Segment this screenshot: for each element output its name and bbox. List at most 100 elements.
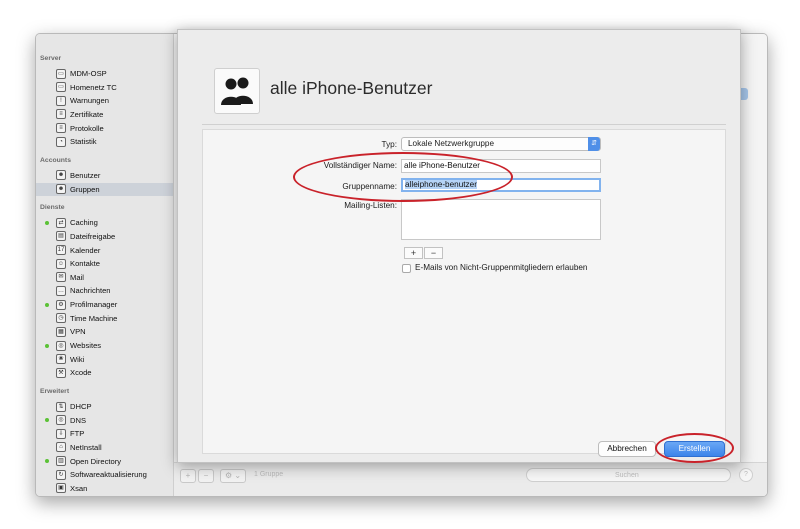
sidebar-item-label: Homenetz TC [70, 82, 117, 92]
sidebar-item-label: Mail [70, 272, 84, 282]
sidebar-item-time-machine[interactable]: ◷ Time Machine [36, 312, 173, 325]
dns-icon: ◎ [56, 415, 66, 426]
sidebar-item-nachrichten[interactable]: … Nachrichten [36, 284, 173, 297]
new-group-sheet: alle iPhone-Benutzer [177, 29, 741, 463]
bottom-toolbar: + − ⚙ ⌄ 1 Gruppe Suchen ? [174, 462, 767, 496]
add-mailing-list-button[interactable]: + [404, 247, 423, 259]
profile-manager-icon: ⚙ [56, 299, 66, 310]
file-sharing-icon: ▤ [56, 231, 66, 242]
sidebar-item-label: Dateifreigabe [70, 231, 116, 241]
mailing-lists-box[interactable] [401, 199, 601, 240]
dhcp-icon: ⇅ [56, 401, 66, 412]
search-field[interactable]: Suchen [526, 468, 731, 482]
ftp-icon: ⇩ [56, 428, 66, 439]
sidebar-item-label: Benutzer [70, 170, 101, 180]
xsan-icon: ▣ [56, 483, 66, 494]
sidebar-item-label: Xsan [70, 483, 88, 493]
group-avatar [214, 68, 260, 114]
service-active-indicator [45, 220, 49, 225]
sidebar-item-label: Wiki [70, 354, 85, 364]
certificate-icon: ≡ [56, 109, 66, 120]
time-machine-icon: ◷ [56, 313, 66, 324]
allow-external-mail-checkbox[interactable] [402, 264, 411, 273]
xcode-icon: ⚒ [56, 367, 66, 378]
sidebar-item-websites[interactable]: ◎ Websites [36, 339, 173, 352]
sidebar-item-gruppen[interactable]: ☻ Gruppen [36, 182, 173, 196]
highlight-ellipse-name-fields [293, 152, 513, 202]
sidebar-item-label: MDM-OSP [70, 69, 107, 78]
vpn-icon: ▦ [56, 326, 66, 337]
sidebar-item-zertifikate[interactable]: ≡ Zertifikate [36, 108, 173, 121]
sidebar-item-homenetz-tc[interactable]: ▭ Homenetz TC [36, 81, 173, 94]
sidebar-item-label: Nachrichten [70, 286, 111, 296]
messages-icon: … [56, 285, 66, 296]
contacts-icon: ☺ [56, 258, 66, 269]
sidebar-item-label: DHCP [70, 402, 92, 411]
sidebar-item-label: VPN [70, 327, 86, 337]
sidebar-item-label: Websites [70, 341, 102, 351]
time-capsule-icon: ▭ [56, 82, 66, 93]
sidebar-item-label: Warnungen [70, 96, 109, 106]
sidebar-item-label: FTP [70, 429, 85, 439]
divider [202, 124, 726, 125]
service-active-indicator [45, 418, 49, 423]
sidebar: Server ▭ MDM-OSP ▭ Homenetz TC ! Warnungen ≡ Zer… [36, 34, 174, 496]
sidebar-item-label: Zertifikate [70, 109, 104, 119]
sidebar-item-netinstall[interactable]: ⌂ NetInstall [36, 441, 173, 454]
sidebar-item-kalender[interactable]: 17 Kalender [36, 244, 173, 257]
allow-external-mail-label: E-Mails von Nicht-Gruppenmitgliedern erl… [415, 263, 588, 272]
sidebar-item-xsan[interactable]: ▣ Xsan [36, 482, 173, 495]
sidebar-item-warnungen[interactable]: ! Warnungen [36, 94, 173, 107]
sidebar-item-profilmanager[interactable]: ⚙ Profilmanager [36, 298, 173, 311]
sidebar-item-benutzer[interactable]: ☻ Benutzer [36, 169, 173, 182]
highlight-ellipse-create-button [655, 433, 734, 463]
gear-menu-button[interactable]: ⚙ ⌄ [220, 469, 246, 483]
sidebar-item-label: Softwareaktualisierung [70, 470, 147, 480]
sidebar-item-label: Caching [70, 218, 98, 228]
server-icon: ▭ [56, 68, 66, 79]
remove-mailing-list-button[interactable]: − [424, 247, 443, 259]
sidebar-item-dhcp[interactable]: ⇅ DHCP [36, 400, 173, 413]
mailing-lists-label: Mailing-Listen: [344, 201, 397, 210]
sidebar-item-statistik[interactable]: ◔ Statistik [36, 135, 173, 148]
type-popup[interactable]: Lokale Netzwerkgruppe ⇵ [401, 137, 601, 151]
sidebar-item-mdm-osp[interactable]: ▭ MDM-OSP [36, 67, 173, 80]
sidebar-item-label: Gruppen [70, 184, 100, 194]
cancel-button[interactable]: Abbrechen [598, 441, 656, 457]
add-group-button[interactable]: + [180, 469, 196, 483]
sidebar-item-caching[interactable]: ⇄ Caching [36, 216, 173, 229]
help-button[interactable]: ? [739, 468, 753, 482]
sidebar-item-protokolle[interactable]: ≡ Protokolle [36, 122, 173, 135]
service-active-indicator [45, 302, 49, 307]
service-active-indicator [45, 459, 49, 464]
calendar-icon: 17 [56, 245, 66, 255]
netinstall-icon: ⌂ [56, 442, 66, 453]
sidebar-item-label: Xcode [70, 368, 92, 378]
service-active-indicator [45, 343, 49, 348]
open-directory-icon: ▥ [56, 456, 66, 467]
sidebar-section-title: Accounts [40, 156, 71, 164]
sidebar-item-kontakte[interactable]: ☺ Kontakte [36, 257, 173, 270]
sidebar-item-ftp[interactable]: ⇩ FTP [36, 427, 173, 440]
sheet-title: alle iPhone-Benutzer [270, 78, 433, 98]
sidebar-item-open-directory[interactable]: ▥ Open Directory [36, 455, 173, 468]
sidebar-item-vpn[interactable]: ▦ VPN [36, 325, 173, 338]
sidebar-item-softwareaktualisierung[interactable]: ↻ Softwareaktualisierung [36, 468, 173, 481]
sidebar-item-label: Profilmanager [70, 300, 118, 310]
stats-icon: ◔ [56, 136, 66, 147]
caching-icon: ⇄ [56, 217, 66, 228]
sidebar-item-dateifreigabe[interactable]: ▤ Dateifreigabe [36, 230, 173, 243]
sidebar-section-title: Dienste [40, 204, 65, 212]
log-icon: ≡ [56, 123, 66, 134]
sidebar-section-title: Erweitert [40, 388, 70, 395]
wiki-icon: ❀ [56, 354, 66, 365]
sidebar-item-dns[interactable]: ◎ DNS [36, 414, 173, 427]
sidebar-section-title: Server [40, 55, 62, 62]
sidebar-item-wiki[interactable]: ❀ Wiki [36, 353, 173, 366]
remove-group-button[interactable]: − [198, 469, 214, 483]
group-icon: ☻ [56, 184, 66, 195]
group-count: 1 Gruppe [254, 471, 284, 478]
sidebar-item-label: DNS [70, 415, 87, 425]
sidebar-item-xcode[interactable]: ⚒ Xcode [36, 366, 173, 379]
sidebar-item-mail[interactable]: ✉ Mail [36, 271, 173, 284]
